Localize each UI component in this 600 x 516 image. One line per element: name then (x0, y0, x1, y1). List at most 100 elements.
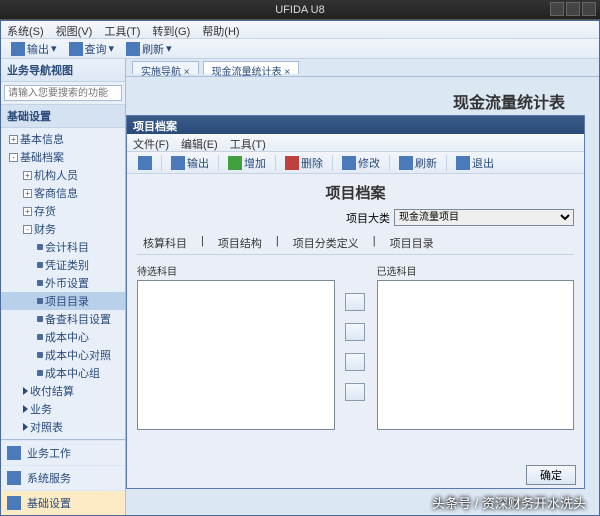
app-toolbar: 输出▾查询▾刷新▾ (1, 39, 599, 59)
sub-tab[interactable]: 项目结构 (216, 234, 264, 252)
export-button[interactable]: 输出▾ (7, 40, 61, 58)
toggle-icon[interactable]: + (23, 171, 32, 180)
tree-label: 客商信息 (34, 185, 78, 201)
toggle-icon[interactable]: + (23, 189, 32, 198)
tree-node[interactable]: 成本中心 (1, 328, 125, 346)
ok-button[interactable]: 确定 (526, 465, 576, 485)
selected-label: 已选科目 (377, 263, 575, 278)
toggle-icon[interactable]: + (9, 135, 18, 144)
tree-label: 成本中心组 (45, 365, 100, 381)
tree-node[interactable]: 外币设置 (1, 274, 125, 292)
sidebar-section[interactable]: 基础设置 (1, 490, 125, 515)
export-button[interactable]: 输出 (166, 153, 214, 173)
move-left-button[interactable] (345, 353, 365, 371)
sidebar-search (1, 82, 125, 104)
tree-label: 收付结算 (30, 383, 74, 399)
tree-node[interactable]: 成本中心对照 (1, 346, 125, 364)
minimize-button[interactable] (550, 2, 564, 16)
tree-node[interactable]: +客商信息 (1, 184, 125, 202)
app-window: 系统(S)视图(V)工具(T)转到(G)帮助(H) 输出▾查询▾刷新▾ 业务导航… (0, 20, 600, 516)
sidebar-section[interactable]: 系统服务 (1, 465, 125, 490)
dialog-title: 项目档案 (127, 116, 584, 134)
maximize-button[interactable] (566, 2, 580, 16)
add-button[interactable]: 增加 (223, 153, 271, 173)
toggle-icon[interactable]: - (9, 153, 18, 162)
tree-node[interactable]: +存货 (1, 202, 125, 220)
sub-tab[interactable]: 项目分类定义 (291, 234, 361, 252)
sub-tab[interactable]: 项目目录 (388, 234, 436, 252)
tree-node[interactable]: 凭证类别 (1, 256, 125, 274)
menu-item[interactable]: 视图(V) (56, 26, 93, 38)
export-icon (11, 42, 25, 56)
move-all-left-button[interactable] (345, 383, 365, 401)
tree-label: 基础档案 (20, 149, 64, 165)
tree-label: 会计科目 (45, 239, 89, 255)
tree-node[interactable]: +机构人员 (1, 166, 125, 184)
tree-node[interactable]: +基本信息 (1, 130, 125, 148)
refresh-button[interactable]: 刷新 (394, 153, 442, 173)
main-tabs: 实施导航 × 现金流量统计表 × (126, 59, 599, 77)
window-title: UFIDA U8 (275, 4, 325, 16)
move-right-button[interactable] (345, 293, 365, 311)
main-tab[interactable]: 实施导航 × (132, 61, 199, 74)
separator (389, 155, 390, 171)
tree-label: 成本中心对照 (45, 347, 111, 363)
search-icon (69, 42, 83, 56)
separator (446, 155, 447, 171)
tree-node[interactable]: 收付结算 (1, 382, 125, 400)
delete-button[interactable]: 删除 (280, 153, 328, 173)
separator (332, 155, 333, 171)
tree-node[interactable]: -财务 (1, 220, 125, 238)
menu-item[interactable]: 工具(T) (104, 26, 140, 38)
search-input[interactable] (4, 85, 122, 101)
node-icon (37, 316, 43, 322)
refresh-button[interactable]: 刷新▾ (122, 40, 176, 58)
separator (218, 155, 219, 171)
separator (161, 155, 162, 171)
exit-button[interactable]: 退出 (451, 153, 499, 173)
menu-item[interactable]: 帮助(H) (202, 26, 239, 38)
refresh-icon (126, 42, 140, 56)
print-button[interactable] (133, 154, 157, 172)
sub-tab[interactable]: 核算科目 (141, 234, 189, 252)
project-dialog: 项目档案 文件(F)编辑(E)工具(T) 输出增加删除修改刷新退出 项目档案 项… (126, 115, 585, 489)
tree-node[interactable]: 业务 (1, 400, 125, 418)
tree-node[interactable]: 对照表 (1, 418, 125, 436)
dialog-menu-item[interactable]: 工具(T) (230, 139, 266, 151)
category-select[interactable]: 现金流量项目 (394, 209, 574, 226)
section-icon (7, 471, 21, 485)
nav-tree: +基本信息-基础档案+机构人员+客商信息+存货-财务会计科目凭证类别外币设置项目… (1, 128, 125, 439)
dialog-menubar: 文件(F) 编辑(E) 工具(T) (127, 134, 584, 152)
sidebar-header: 基础设置 (1, 104, 125, 128)
selected-listbox[interactable] (377, 280, 575, 430)
sidebar-section[interactable]: 业务工作 (1, 440, 125, 465)
edit-button[interactable]: 修改 (337, 153, 385, 173)
toggle-icon[interactable]: - (23, 225, 32, 234)
menu-item[interactable]: 系统(S) (7, 26, 44, 38)
dialog-menu-item[interactable]: 编辑(E) (181, 139, 218, 151)
tree-label: 对照表 (30, 419, 63, 435)
tree-node[interactable]: 备查科目设置 (1, 310, 125, 328)
close-button[interactable] (582, 2, 596, 16)
node-icon (37, 370, 43, 376)
tree-label: 业务 (30, 401, 52, 417)
separator (275, 155, 276, 171)
move-all-right-button[interactable] (345, 323, 365, 341)
tree-node[interactable]: 项目目录 (1, 292, 125, 310)
section-label: 系统服务 (27, 470, 71, 486)
toggle-icon[interactable]: + (23, 207, 32, 216)
menu-item[interactable]: 转到(G) (152, 26, 190, 38)
tree-node[interactable]: -基础档案 (1, 148, 125, 166)
edit-icon (342, 156, 356, 170)
arrow-icon (23, 423, 28, 431)
delete-icon (285, 156, 299, 170)
category-label: 项目大类 (346, 210, 390, 226)
pending-listbox[interactable] (137, 280, 335, 430)
dialog-menu-item[interactable]: 文件(F) (133, 139, 169, 151)
search-button[interactable]: 查询▾ (65, 40, 119, 58)
main-tab[interactable]: 现金流量统计表 × (203, 61, 300, 74)
tree-node[interactable]: 会计科目 (1, 238, 125, 256)
tree-node[interactable]: 成本中心组 (1, 364, 125, 382)
sidebar-bottom: 业务工作系统服务基础设置 (1, 439, 125, 515)
add-icon (228, 156, 242, 170)
